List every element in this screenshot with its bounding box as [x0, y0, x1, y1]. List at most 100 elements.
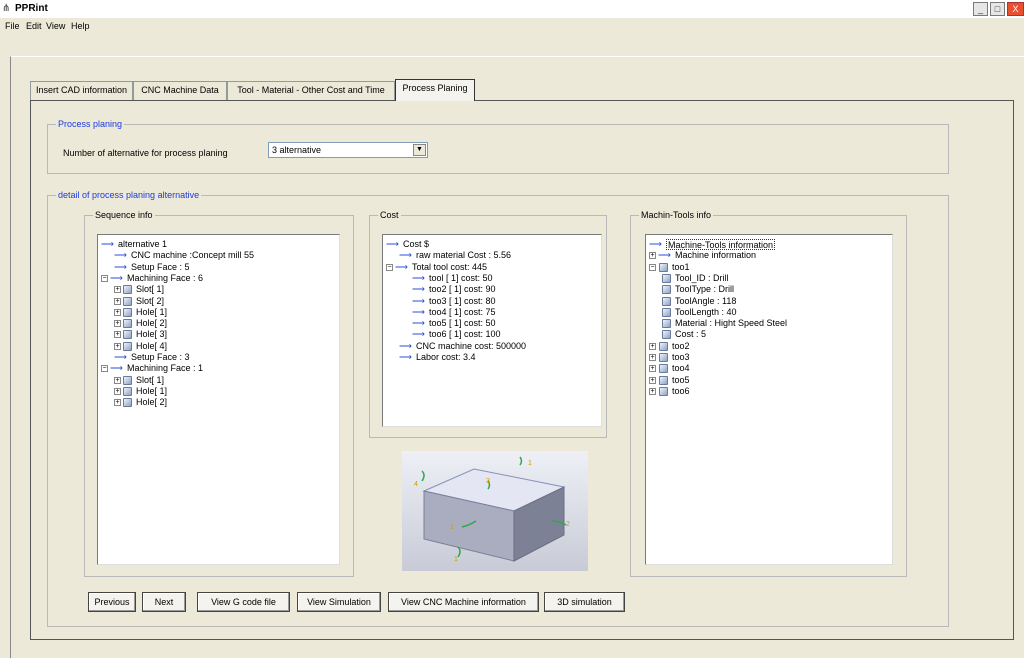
- arrow-right-icon: ⟶: [412, 318, 425, 329]
- sequence-tree-item[interactable]: alternative 1: [118, 239, 167, 250]
- sequence-tree-item[interactable]: Hole[ 2]: [136, 318, 167, 329]
- cad-box-drawing: 4 1 3 1 1 2: [414, 456, 570, 563]
- arrow-right-icon: ⟶: [101, 239, 114, 249]
- expand-icon[interactable]: +: [114, 320, 121, 328]
- expand-icon[interactable]: +: [649, 365, 656, 373]
- arrow-right-icon: ⟶: [412, 329, 425, 340]
- machine-tree-item[interactable]: too3: [672, 352, 690, 363]
- cost-tree-item[interactable]: tool [ 1] cost: 50: [429, 273, 493, 284]
- tree-node-icon: [662, 296, 671, 306]
- expand-icon[interactable]: +: [114, 399, 121, 407]
- tab-process-planing[interactable]: Process Planing: [395, 79, 475, 101]
- chevron-down-icon[interactable]: ▼: [413, 144, 426, 156]
- cad-label-5: 1: [454, 556, 458, 563]
- machine-tools-tree[interactable]: ⟶ Machine-Tools information + ⟶ Machine info…: [645, 234, 893, 565]
- tree-node-icon: [123, 330, 132, 340]
- tab-tool-material-cost[interactable]: Tool - Material - Other Cost and Time: [227, 81, 395, 100]
- sequence-tree-item[interactable]: Slot[ 1]: [136, 284, 164, 295]
- tab-cnc-machine-data[interactable]: CNC Machine Data: [133, 81, 227, 100]
- sequence-tree-item[interactable]: Hole[ 4]: [136, 341, 167, 352]
- menu-edit[interactable]: Edit: [26, 21, 42, 31]
- collapse-icon[interactable]: −: [101, 274, 108, 282]
- minimize-button[interactable]: _: [973, 2, 988, 16]
- arrow-right-icon: ⟶: [412, 295, 425, 306]
- sequence-tree-item[interactable]: Hole[ 3]: [136, 329, 167, 340]
- expand-icon[interactable]: +: [114, 331, 121, 339]
- sequence-tree-item[interactable]: Hole[ 1]: [136, 307, 167, 318]
- next-button[interactable]: Next: [142, 592, 186, 612]
- menu-help[interactable]: Help: [71, 21, 90, 31]
- expand-icon[interactable]: +: [114, 308, 121, 316]
- tree-node-icon: [659, 353, 668, 362]
- app-icon: ⋔: [2, 3, 11, 14]
- view-simulation-button[interactable]: View Simulation: [297, 592, 381, 612]
- cad-label-2: 1: [528, 460, 532, 467]
- machine-tree-item[interactable]: too4: [672, 363, 690, 374]
- close-button[interactable]: X: [1007, 2, 1024, 16]
- expand-icon[interactable]: +: [114, 376, 121, 384]
- sequence-tree-item[interactable]: Hole[ 2]: [136, 397, 167, 408]
- sequence-tree-item[interactable]: Machining Face : 6: [127, 273, 203, 284]
- tree-node-icon: [123, 319, 132, 329]
- cost-tree-item[interactable]: too4 [ 1] cost: 75: [429, 307, 496, 318]
- cost-tree-item[interactable]: Total tool cost: 445: [412, 262, 487, 273]
- expand-icon[interactable]: +: [114, 286, 121, 294]
- alternative-count-label: Number of alternative for process planin…: [63, 148, 228, 158]
- cost-tree-item[interactable]: raw material Cost : 5.56: [416, 250, 511, 261]
- expand-icon[interactable]: +: [114, 342, 121, 350]
- expand-icon[interactable]: +: [649, 387, 656, 395]
- tree-node-icon: [659, 364, 668, 374]
- machine-tree-item[interactable]: Machine-Tools information: [666, 239, 776, 250]
- sequence-tree[interactable]: ⟶ alternative 1 ⟶ CNC machine :Concept mill…: [97, 234, 340, 565]
- machine-tree-item[interactable]: Cost : 5: [675, 329, 706, 340]
- menu-view[interactable]: View: [46, 21, 65, 31]
- expand-icon[interactable]: +: [649, 376, 656, 384]
- tab-insert-cad[interactable]: Insert CAD information: [30, 81, 133, 100]
- machine-tree-item[interactable]: Material : Hight Speed Steel: [675, 318, 787, 329]
- expand-icon[interactable]: +: [114, 297, 121, 305]
- sequence-tree-item[interactable]: Machining Face : 1: [127, 363, 203, 374]
- machine-tree-item[interactable]: Machine information: [675, 250, 756, 261]
- previous-button[interactable]: Previous: [88, 592, 136, 612]
- machine-tree-item[interactable]: ToolType : Drill: [675, 284, 734, 295]
- machine-tree-item[interactable]: too6: [672, 386, 690, 397]
- collapse-icon[interactable]: −: [101, 365, 108, 373]
- machine-tree-item[interactable]: too5: [672, 375, 690, 386]
- cost-tree-item[interactable]: CNC machine cost: 500000: [416, 341, 526, 352]
- maximize-button[interactable]: □: [990, 2, 1005, 16]
- cost-tree-item[interactable]: too3 [ 1] cost: 80: [429, 296, 496, 307]
- menu-bar: File Edit View Help: [0, 18, 1024, 34]
- 3d-simulation-button[interactable]: 3D simulation: [544, 592, 625, 612]
- collapse-icon[interactable]: −: [649, 263, 656, 271]
- sequence-tree-item[interactable]: CNC machine :Concept mill 55: [131, 250, 254, 261]
- sequence-tree-item[interactable]: Setup Face : 3: [131, 352, 190, 363]
- collapse-icon[interactable]: −: [386, 263, 393, 271]
- cost-tree-item[interactable]: Labor cost: 3.4: [416, 352, 476, 363]
- expand-icon[interactable]: +: [649, 252, 656, 260]
- view-gcode-button[interactable]: View G code file: [197, 592, 290, 612]
- menu-file[interactable]: File: [5, 21, 20, 31]
- expand-icon[interactable]: +: [649, 354, 656, 361]
- cost-tree-item[interactable]: too2 [ 1] cost: 90: [429, 284, 496, 295]
- cost-tree-item[interactable]: too6 [ 1] cost: 100: [429, 329, 501, 340]
- sequence-tree-item[interactable]: Setup Face : 5: [131, 262, 190, 273]
- machine-tree-item[interactable]: ToolAngle : 118: [675, 296, 736, 307]
- cost-tree[interactable]: ⟶ Cost $ ⟶ raw material Cost : 5.56 − ⟶ Total …: [382, 234, 602, 427]
- alternative-count-select[interactable]: 3 alternative ▼: [268, 142, 428, 158]
- arrow-right-icon: ⟶: [649, 239, 662, 249]
- cost-tree-item[interactable]: Cost $: [403, 239, 429, 250]
- view-cnc-machine-info-button[interactable]: View CNC Machine information: [388, 592, 539, 612]
- machine-tree-item[interactable]: Tool_ID : Drill: [675, 273, 729, 284]
- sequence-tree-item[interactable]: Slot[ 1]: [136, 375, 164, 386]
- sequence-tree-item[interactable]: Slot[ 2]: [136, 296, 164, 307]
- machine-tree-item[interactable]: too1: [672, 262, 690, 273]
- machine-tree-item[interactable]: ToolLength : 40: [675, 307, 737, 318]
- expand-icon[interactable]: +: [649, 342, 656, 350]
- sequence-tree-item[interactable]: Hole[ 1]: [136, 386, 167, 397]
- machine-tree-item[interactable]: too2: [672, 341, 690, 352]
- tree-node-icon: [659, 341, 668, 351]
- cost-tree-item[interactable]: too5 [ 1] cost: 50: [429, 318, 496, 329]
- expand-icon[interactable]: +: [114, 387, 121, 395]
- arrow-right-icon: ⟶: [386, 239, 399, 249]
- tree-node-icon: [662, 273, 671, 283]
